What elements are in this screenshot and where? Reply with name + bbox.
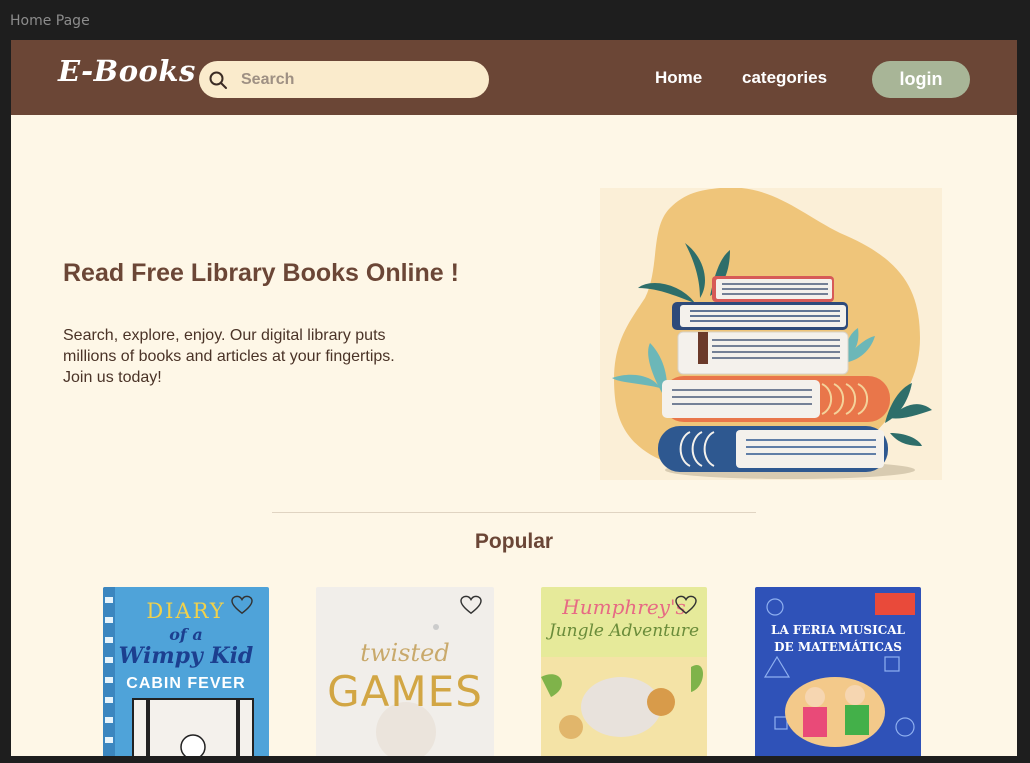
book-title-line: of a xyxy=(169,625,203,644)
book-card[interactable]: DIARY of a Wimpy Kid CABIN FEVER xyxy=(103,587,269,756)
login-button[interactable]: login xyxy=(872,61,970,98)
book-card[interactable]: Humphrey's Jungle Adventure xyxy=(541,587,707,756)
popular-section-title: Popular xyxy=(474,530,554,553)
book-cover xyxy=(755,587,921,756)
nav-link-categories[interactable]: categories xyxy=(742,68,827,88)
heart-icon[interactable] xyxy=(231,595,253,615)
book-title-line: DE MATEMÁTICAS xyxy=(774,640,902,654)
book-card[interactable]: LA FERIA MUSICAL DE MATEMÁTICAS xyxy=(755,587,921,756)
navbar: E-Books Home categories login xyxy=(11,40,1017,115)
search-icon xyxy=(209,71,227,89)
book-title-line: twisted xyxy=(360,639,450,667)
home-page-frame: E-Books Home categories login Read Free … xyxy=(11,40,1017,756)
nav-link-home[interactable]: Home xyxy=(655,68,702,88)
logo[interactable]: E-Books xyxy=(58,54,196,88)
hero-books-illustration xyxy=(600,187,942,480)
book-card[interactable]: twisted GAMES xyxy=(316,587,494,756)
section-divider xyxy=(272,512,756,513)
search-input[interactable] xyxy=(241,69,471,91)
heart-icon[interactable] xyxy=(675,595,697,615)
book-title-line: Wimpy Kid xyxy=(118,643,254,669)
book-title-line: GAMES xyxy=(327,667,483,716)
frame-label: Home Page xyxy=(10,13,90,29)
hero-title: Read Free Library Books Online ! xyxy=(63,259,459,287)
book-title-line: LA FERIA MUSICAL xyxy=(771,623,905,637)
heart-icon[interactable] xyxy=(460,595,482,615)
search-bar[interactable] xyxy=(199,61,489,98)
book-title-line: CABIN FEVER xyxy=(126,675,246,692)
book-title-line: Jungle Adventure xyxy=(548,621,700,641)
hero-description: Search, explore, enjoy. Our digital libr… xyxy=(63,327,395,386)
